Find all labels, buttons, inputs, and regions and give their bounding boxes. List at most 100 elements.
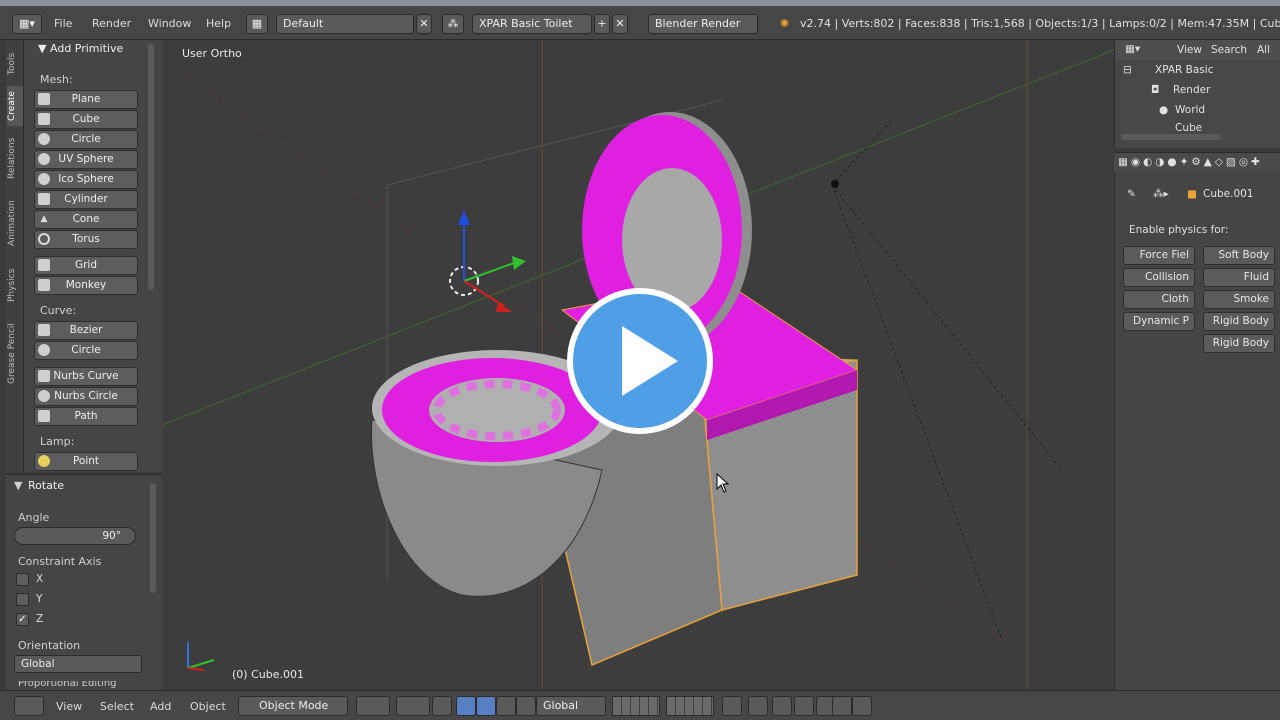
collapse-arrow-icon[interactable]: ▼	[38, 42, 46, 55]
lamp-object[interactable]	[831, 180, 839, 188]
active-object-label: (0) Cube.001	[232, 668, 304, 681]
transform-orientation-select[interactable]: Global	[536, 696, 606, 716]
z-arrow-icon[interactable]	[458, 210, 470, 225]
pin-icon[interactable]: ✎	[1127, 188, 1136, 200]
view-menu[interactable]: View	[56, 697, 82, 717]
add-cylinder-button[interactable]: Cylinder	[34, 190, 138, 209]
add-cube-button[interactable]: Cube	[34, 110, 138, 129]
editor-type-icon[interactable]	[14, 696, 44, 716]
remove-scene-icon[interactable]: ✕	[612, 14, 628, 34]
axis-x-checkbox[interactable]	[16, 573, 29, 586]
add-curve-circle-button[interactable]: Circle	[34, 341, 138, 360]
snap-toggle-icon[interactable]	[794, 696, 814, 716]
axis-y-checkbox[interactable]	[16, 593, 29, 606]
add-nurbs-curve-button[interactable]: Nurbs Curve	[34, 367, 138, 386]
add-bezier-button[interactable]: Bezier	[34, 321, 138, 340]
lock-layers-icon[interactable]	[722, 696, 742, 716]
tab-grease-pencil[interactable]: Grease Pencil	[7, 314, 23, 394]
add-grid-button[interactable]: Grid	[34, 256, 138, 275]
outliner-display-select[interactable]: All	[1257, 44, 1270, 56]
tab-animation[interactable]: Animation	[7, 190, 23, 256]
x-arrow-icon[interactable]	[496, 302, 512, 312]
add-circle-button[interactable]: Circle	[34, 130, 138, 149]
layers-grid-right[interactable]	[666, 696, 714, 716]
view-label: User Ortho	[182, 47, 242, 60]
transform-orientation-icon[interactable]	[516, 696, 536, 716]
y-manipulator[interactable]	[463, 262, 515, 282]
scene-expand-icon[interactable]: ⊟	[1123, 64, 1132, 76]
add-plane-button[interactable]: Plane	[34, 90, 138, 109]
add-menu[interactable]: Add	[150, 697, 171, 717]
angle-field[interactable]: 90°	[14, 527, 136, 545]
shading-select-icon[interactable]	[356, 696, 390, 716]
manipulator-toggle-icon[interactable]	[432, 696, 452, 716]
outliner-scrollbar[interactable]	[1121, 134, 1221, 140]
translate-manipulator-icon[interactable]	[456, 696, 476, 716]
operator-scrollbar[interactable]	[150, 483, 156, 593]
screen-layout-value: Default	[283, 17, 324, 30]
tab-relations[interactable]: Relations	[7, 130, 23, 186]
rigid-body-constraint-button[interactable]: Rigid Body	[1203, 334, 1275, 353]
add-uv-sphere-button[interactable]: UV Sphere	[34, 150, 138, 169]
close-layout-icon[interactable]: ✕	[416, 14, 432, 34]
collision-button[interactable]: Collision	[1123, 268, 1195, 287]
menu-window[interactable]: Window	[148, 14, 191, 34]
outliner-render-item[interactable]: Render	[1173, 84, 1210, 96]
menu-help[interactable]: Help	[206, 14, 231, 34]
mode-select[interactable]: Object Mode	[238, 696, 348, 716]
collapse-arrow-icon[interactable]: ▼	[14, 479, 22, 492]
render-engine-select[interactable]: Blender Render	[648, 14, 758, 34]
add-scene-icon[interactable]: +	[594, 14, 610, 34]
add-monkey-button[interactable]: Monkey	[34, 276, 138, 295]
menu-file[interactable]: File	[54, 14, 72, 34]
screen-layout-select[interactable]: Default	[276, 14, 414, 34]
scene-icon[interactable]: ⁂	[442, 14, 464, 34]
add-path-button[interactable]: Path	[34, 407, 138, 426]
orientation-select[interactable]: Global	[14, 655, 142, 673]
tab-create[interactable]: Create	[7, 86, 23, 126]
add-torus-button[interactable]: Torus	[34, 230, 138, 249]
circle-icon	[38, 133, 50, 145]
property-context-icons[interactable]: ▦◉◐◑●✦⚙▲◇▨◎✚	[1118, 156, 1263, 168]
rotate-manipulator-icon[interactable]	[476, 696, 496, 716]
cloth-button[interactable]: Cloth	[1123, 290, 1195, 309]
dynamic-paint-button[interactable]: Dynamic P	[1123, 312, 1195, 331]
add-cone-button[interactable]: ▲ Cone	[34, 210, 138, 229]
outliner-world-item[interactable]: World	[1175, 104, 1205, 116]
add-nurbs-circle-button[interactable]: Nurbs Circle	[34, 387, 138, 406]
menu-render[interactable]: Render	[92, 14, 131, 34]
opengl-animation-icon[interactable]	[852, 696, 872, 716]
outliner-view-menu[interactable]: View	[1177, 44, 1202, 56]
scale-manipulator-icon[interactable]	[496, 696, 516, 716]
force-field-button[interactable]: Force Fiel	[1123, 246, 1195, 265]
rotate-title[interactable]: Rotate	[28, 479, 64, 492]
axis-z-checkbox[interactable]: ✓	[16, 613, 29, 626]
proportional-edit-icon[interactable]	[772, 696, 792, 716]
tab-tools[interactable]: Tools	[7, 46, 23, 82]
toolshelf-scrollbar[interactable]	[148, 44, 154, 290]
outliner-editor-icon[interactable]: ▦▾	[1125, 43, 1140, 55]
soft-body-button[interactable]: Soft Body	[1203, 246, 1275, 265]
pivot-select-icon[interactable]	[396, 696, 430, 716]
select-menu[interactable]: Select	[100, 697, 134, 717]
tab-physics[interactable]: Physics	[7, 260, 23, 310]
add-ico-sphere-button[interactable]: Ico Sphere	[34, 170, 138, 189]
fluid-button[interactable]: Fluid	[1203, 268, 1275, 287]
layers-grid-left[interactable]	[612, 696, 660, 716]
outliner-search-menu[interactable]: Search	[1211, 44, 1247, 56]
smoke-button[interactable]: Smoke	[1203, 290, 1275, 309]
play-button[interactable]	[567, 288, 713, 434]
scene-select[interactable]: XPAR Basic Toilet	[472, 14, 592, 34]
render-layers-icon[interactable]	[748, 696, 768, 716]
add-primitive-title[interactable]: Add Primitive	[50, 42, 123, 55]
screen-layout-icon[interactable]: ▦	[246, 14, 268, 34]
add-point-lamp-button[interactable]: Point	[34, 452, 138, 471]
rigid-body-button[interactable]: Rigid Body	[1203, 312, 1275, 331]
y-arrow-icon[interactable]	[512, 256, 526, 270]
outliner-scene-item[interactable]: XPAR Basic	[1155, 64, 1213, 76]
editor-type-icon[interactable]: ▦▾	[12, 14, 42, 34]
opengl-render-icon[interactable]	[832, 696, 852, 716]
button-label: Rigid Body	[1212, 337, 1269, 349]
outliner-cube-item[interactable]: Cube	[1175, 122, 1202, 132]
object-menu[interactable]: Object	[190, 697, 226, 717]
